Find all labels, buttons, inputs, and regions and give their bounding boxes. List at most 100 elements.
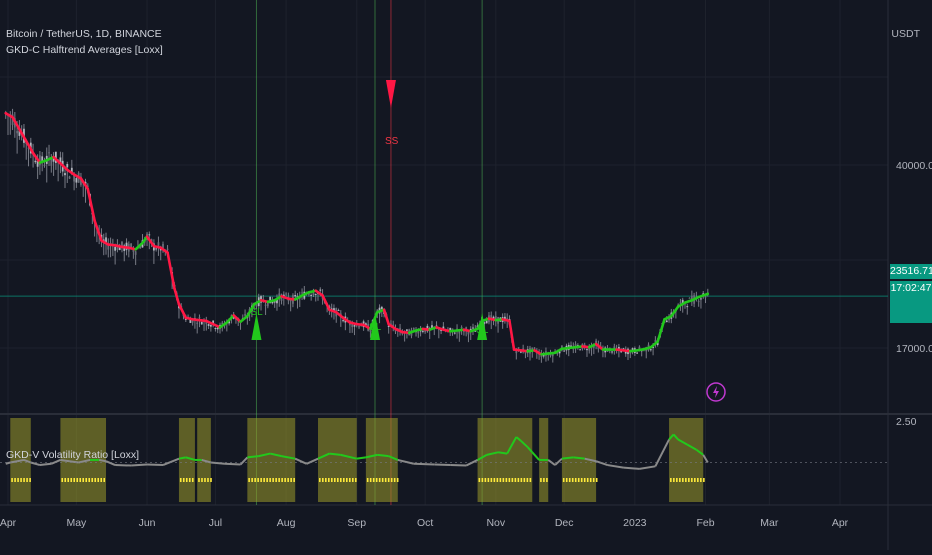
volatility-marker xyxy=(676,478,678,482)
candle-body xyxy=(406,329,408,331)
pane-tick-label: 2.50 xyxy=(896,416,917,428)
candle-body xyxy=(467,331,470,335)
candle-body xyxy=(533,347,536,349)
volatility-marker xyxy=(694,478,696,482)
volatility-marker xyxy=(589,478,592,482)
volatility-marker xyxy=(490,478,493,482)
volatility-marker xyxy=(275,478,277,482)
volatility-marker xyxy=(11,478,13,482)
chart-root: SL SL SS SL 40000.00 17000.00 2.50 Apr May Jun Jul… xyxy=(0,0,932,550)
candle-body xyxy=(214,328,217,330)
candle-body xyxy=(472,327,474,329)
candle-body xyxy=(704,296,707,298)
volatility-segment xyxy=(329,452,341,456)
candle-body xyxy=(380,306,383,310)
time-tick-label: Apr xyxy=(0,517,17,529)
volatility-marker xyxy=(337,478,339,482)
volatility-segment xyxy=(356,456,367,460)
time-tick-label: Jun xyxy=(139,517,156,529)
volatility-marker xyxy=(82,478,85,482)
volatility-marker xyxy=(543,478,545,482)
volatility-marker xyxy=(29,478,31,482)
candle-body xyxy=(611,351,613,353)
symbol-title[interactable]: Bitcoin / TetherUS, 1D, BINANCE xyxy=(6,28,162,40)
volatility-marker xyxy=(574,478,577,482)
candle-body xyxy=(148,234,151,236)
time-tick-label: May xyxy=(66,517,87,529)
candle-body xyxy=(196,322,199,324)
volatility-marker xyxy=(691,478,693,482)
volatility-segment xyxy=(224,462,241,466)
volatility-marker xyxy=(393,478,396,482)
volatility-marker xyxy=(390,478,393,482)
candle-body xyxy=(244,314,246,316)
volatility-marker xyxy=(287,478,289,482)
volatility-highlight xyxy=(318,418,357,502)
time-tick-label: Aug xyxy=(277,517,296,529)
long-signal-label: SL xyxy=(476,325,489,336)
volatility-marker xyxy=(381,478,384,482)
volatility-segment xyxy=(247,455,259,459)
volatility-marker xyxy=(688,478,690,482)
volatility-marker xyxy=(366,478,369,482)
indicator-title[interactable]: GKD-C Halftrend Averages [Loxx] xyxy=(6,44,163,56)
time-tick-label: 2023 xyxy=(623,517,647,529)
candle-body xyxy=(294,295,297,297)
volatility-segment xyxy=(573,456,585,460)
volatility-marker xyxy=(565,478,568,482)
volatility-marker xyxy=(673,478,675,482)
volatility-marker xyxy=(682,478,684,482)
candle-body xyxy=(319,289,322,291)
last-price-tag: 23516.71 xyxy=(890,264,932,279)
volatility-marker xyxy=(88,478,91,482)
volatility-segment xyxy=(434,463,451,467)
volatility-marker xyxy=(349,478,351,482)
candle-body xyxy=(155,248,158,250)
volatility-marker xyxy=(204,478,206,482)
volatility-marker xyxy=(85,478,88,482)
volatility-marker xyxy=(595,478,598,482)
candle-body xyxy=(264,304,267,306)
volatility-marker xyxy=(484,478,487,482)
long-signal-label: SL xyxy=(250,307,263,318)
candle-body xyxy=(207,324,210,326)
volatility-marker xyxy=(700,478,702,482)
short-signal-label: SS xyxy=(385,136,399,147)
volatility-marker xyxy=(103,478,106,482)
candle-body xyxy=(358,326,360,328)
long-signal-label: SL xyxy=(369,322,382,333)
candle-body xyxy=(64,173,66,176)
pane-indicator-title[interactable]: GKD-V Volatility Ratio [Loxx] xyxy=(6,449,139,461)
volatility-marker xyxy=(290,478,292,482)
volatility-marker xyxy=(284,478,286,482)
candle-body xyxy=(586,349,588,351)
volatility-marker xyxy=(269,478,271,482)
volatility-segment xyxy=(377,453,389,458)
volatility-marker xyxy=(331,478,333,482)
volatility-marker xyxy=(343,478,345,482)
volatility-marker xyxy=(14,478,16,482)
volatility-marker xyxy=(517,478,520,482)
volatility-marker xyxy=(322,478,324,482)
candle-body xyxy=(209,325,212,327)
time-tick-label: Apr xyxy=(832,517,849,529)
volatility-marker xyxy=(546,478,548,482)
volatility-marker xyxy=(592,478,595,482)
volatility-highlight xyxy=(247,418,296,502)
volatility-marker xyxy=(586,478,589,482)
currency-label: USDT xyxy=(891,28,920,40)
volatility-marker xyxy=(493,478,496,482)
candle-body xyxy=(697,301,700,303)
volatility-highlight xyxy=(669,418,704,502)
volatility-marker xyxy=(340,478,342,482)
candle-body xyxy=(75,178,78,183)
volatility-marker xyxy=(188,478,191,482)
volatility-marker xyxy=(346,478,348,482)
candle-body xyxy=(686,306,689,308)
volatility-marker xyxy=(76,478,79,482)
chart-canvas[interactable]: SL SL SS SL 40000.00 17000.00 2.50 Apr May Jun Jul… xyxy=(0,0,932,550)
volatility-marker xyxy=(384,478,387,482)
candle-body xyxy=(157,242,160,246)
volatility-marker xyxy=(520,478,523,482)
volatility-marker xyxy=(248,478,250,482)
